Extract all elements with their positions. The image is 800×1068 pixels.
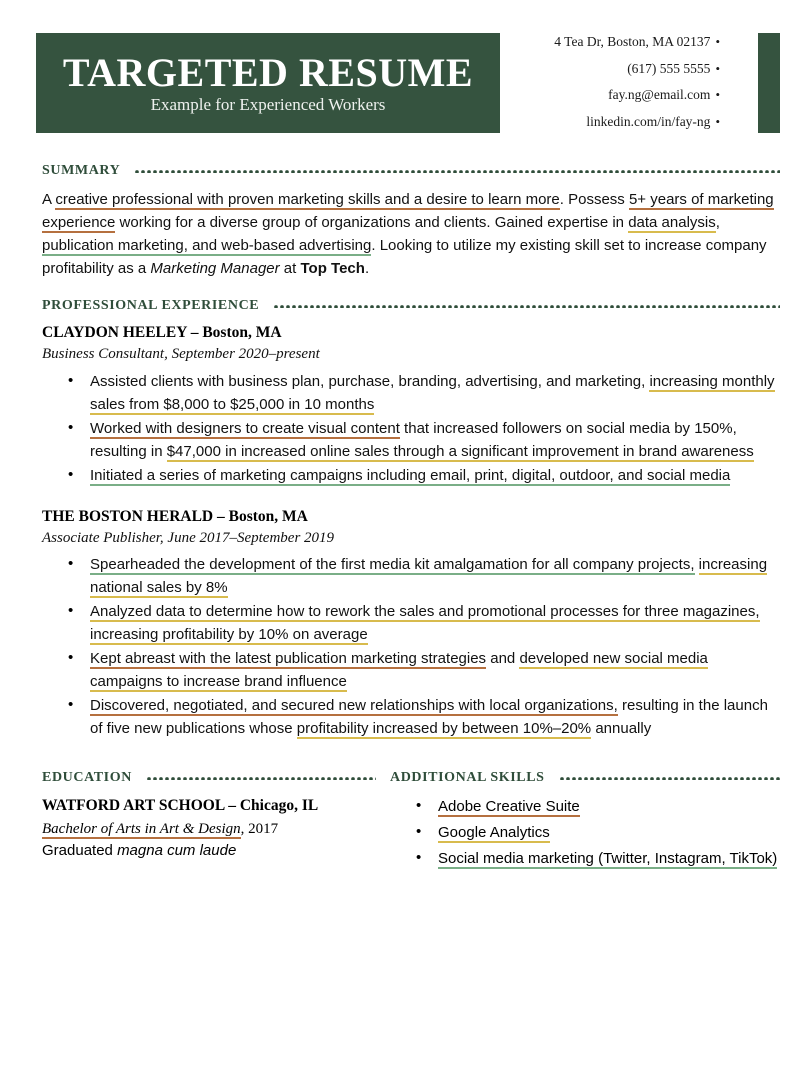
summary-section-header: SUMMARY <box>42 163 780 179</box>
skills-section-header: ADDITIONAL SKILLS <box>390 770 780 786</box>
resume-header: TARGETED RESUME Example for Experienced … <box>0 33 800 145</box>
job-bullet: Kept abreast with the latest publication… <box>68 646 780 693</box>
skill-highlight-yellow: Google Analytics <box>438 824 550 844</box>
education-note-italic: magna cum laude <box>117 842 237 860</box>
bullet-text: annually <box>591 720 652 738</box>
education-section: EDUCATION WATFORD ART SCHOOL – Chicago, … <box>42 770 390 873</box>
bullet-highlight-orange: Worked with designers to create visual c… <box>90 419 400 439</box>
job-title-dates: Business Consultant, September 2020–pres… <box>42 345 320 362</box>
contact-bullet-icon: • <box>715 34 720 49</box>
contact-linkedin[interactable]: linkedin.com/in/fay-ng • <box>554 113 720 129</box>
job-bullet: Spearheaded the development of the first… <box>68 552 780 599</box>
skill-item: Social media marketing (Twitter, Instagr… <box>416 846 780 871</box>
contact-info: 4 Tea Dr, Boston, MA 02137 • (617) 555 55… <box>554 35 720 141</box>
job-list: CLAYDON HEELEY – Boston, MA Business Cons… <box>42 323 780 740</box>
skills-heading: ADDITIONAL SKILLS <box>390 770 545 786</box>
bullet-text: Assisted clients with business plan, pur… <box>90 372 650 390</box>
job-bullet-list: Assisted clients with business plan, pur… <box>42 369 780 487</box>
skill-highlight-orange: Adobe Creative Suite <box>438 798 580 818</box>
summary-text-1: A <box>42 191 56 208</box>
section-divider-dots <box>558 776 780 781</box>
summary-highlight-orange-1: creative professional with proven market… <box>55 191 560 210</box>
summary-heading: SUMMARY <box>42 163 121 178</box>
job-bullet: Assisted clients with business plan, pur… <box>68 369 780 416</box>
bottom-columns: EDUCATION WATFORD ART SCHOOL – Chicago, … <box>0 770 800 873</box>
education-note: Graduated magna cum laude <box>42 840 376 863</box>
job-company: THE BOSTON HERALD – Boston, MA <box>42 507 308 525</box>
contact-bullet-icon: • <box>715 60 720 76</box>
education-note-plain: Graduated <box>42 842 118 860</box>
bullet-highlight-orange: Kept abreast with the latest publication… <box>90 650 487 670</box>
summary-text-4: , <box>715 214 720 231</box>
bullet-text: and <box>486 650 520 668</box>
skill-highlight-green: Social media marketing (Twitter, Instagr… <box>438 850 778 870</box>
header-accent-bar <box>758 33 780 133</box>
skills-list: Adobe Creative Suite Google Analytics Soci… <box>390 794 780 871</box>
education-degree-highlight: Bachelor of Arts in Art & Design <box>42 820 241 839</box>
contact-address: 4 Tea Dr, Boston, MA 02137 • <box>554 35 720 49</box>
contact-phone[interactable]: (617) 555 5555 • <box>554 60 720 76</box>
summary-highlight-yellow-1: data analysis <box>628 214 716 233</box>
skill-item: Google Analytics <box>416 820 780 845</box>
job-bullet: Worked with designers to create visual c… <box>68 416 780 463</box>
summary-section: SUMMARY A creative professional with pro… <box>0 163 800 280</box>
bullet-highlight-yellow: Analyzed data to determine how to rework… <box>90 603 760 646</box>
bullet-highlight-green: Spearheaded the development of the first… <box>90 556 695 576</box>
bullet-highlight-orange: Discovered, negotiated, and secured new … <box>90 697 618 717</box>
education-degree: Bachelor of Arts in Art & Design, 2017 <box>42 818 376 841</box>
contact-address-text: 4 Tea Dr, Boston, MA 02137 <box>554 34 711 49</box>
skill-item: Adobe Creative Suite <box>416 794 780 819</box>
resume-title: TARGETED RESUME <box>62 49 474 95</box>
job-title-dates: Associate Publisher, June 2017–September… <box>42 529 335 546</box>
contact-bullet-icon: • <box>715 113 720 129</box>
section-divider-dots <box>145 776 376 781</box>
job-bullet: Initiated a series of marketing campaign… <box>68 463 780 487</box>
section-divider-dots <box>134 169 780 173</box>
summary-text-7: . <box>364 260 370 277</box>
job-bullet: Analyzed data to determine how to rework… <box>68 599 780 646</box>
job-bullet-list: Spearheaded the development of the first… <box>42 552 780 740</box>
contact-email-text: fay.ng@email.com <box>608 87 711 102</box>
resume-subtitle: Example for Experienced Workers <box>150 94 386 114</box>
experience-heading: PROFESSIONAL EXPERIENCE <box>42 298 260 313</box>
bullet-highlight-green: Initiated a series of marketing campaign… <box>90 466 731 486</box>
bullet-highlight-yellow: profitability increased by between 10%–2… <box>296 720 592 740</box>
contact-bullet-icon: • <box>715 87 720 102</box>
name-banner: TARGETED RESUME Example for Experienced … <box>36 33 500 133</box>
education-section-header: EDUCATION <box>42 770 376 786</box>
section-divider-dots <box>273 304 780 308</box>
education-heading: EDUCATION <box>42 770 132 786</box>
education-degree-year: , 2017 <box>240 820 279 837</box>
summary-italic-role: Marketing Manager <box>150 260 280 277</box>
contact-email[interactable]: fay.ng@email.com • <box>554 88 720 102</box>
summary-text-6: at <box>279 260 301 277</box>
education-school: WATFORD ART SCHOOL – Chicago, IL <box>42 797 319 815</box>
resume-page: TARGETED RESUME Example for Experienced … <box>0 33 800 1068</box>
job-bullet: Discovered, negotiated, and secured new … <box>68 693 780 740</box>
summary-paragraph: A creative professional with proven mark… <box>42 188 780 280</box>
experience-section-header: PROFESSIONAL EXPERIENCE <box>42 298 780 314</box>
bullet-highlight-yellow: $47,000 in increased online sales throug… <box>166 442 754 462</box>
job-entry: CLAYDON HEELEY – Boston, MA Business Cons… <box>42 323 780 487</box>
skills-section: ADDITIONAL SKILLS Adobe Creative Suite Go… <box>390 770 780 873</box>
contact-phone-text: (617) 555 5555 <box>627 60 711 76</box>
experience-section: PROFESSIONAL EXPERIENCE CLAYDON HEELEY –… <box>0 298 800 740</box>
summary-text-3: working for a diverse group of organizat… <box>115 214 629 231</box>
summary-highlight-green-1: publication marketing, and web-based adv… <box>42 237 372 256</box>
job-company: CLAYDON HEELEY – Boston, MA <box>42 324 282 341</box>
contact-linkedin-text: linkedin.com/in/fay-ng <box>586 113 711 129</box>
job-entry: THE BOSTON HERALD – Boston, MA Associate … <box>42 507 780 741</box>
summary-bold-company: Top Tech <box>300 260 365 277</box>
summary-text-2: . Possess <box>559 191 629 208</box>
